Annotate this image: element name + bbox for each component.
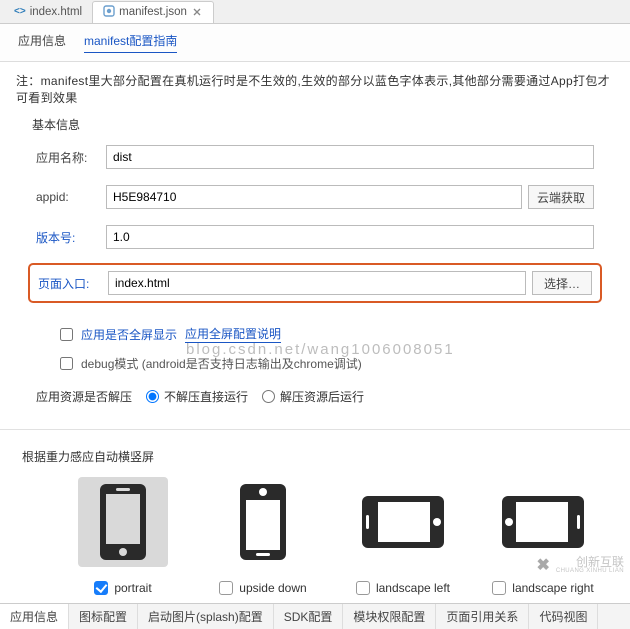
bottom-tab-app-info[interactable]: 应用信息: [0, 604, 69, 629]
label-app-name: 应用名称:: [36, 149, 106, 166]
fullscreen-guide-link[interactable]: 应用全屏配置说明: [185, 325, 281, 343]
file-tab-label: index.html: [30, 6, 82, 18]
orientation-grid: portrait upside down landscape left: [0, 471, 630, 603]
radio-no-extract[interactable]: [146, 390, 159, 403]
row-resource-extract: 应用资源是否解压 不解压直接运行 解压资源后运行: [0, 378, 630, 423]
radio-extract-label: 解压资源后运行: [280, 388, 364, 405]
choose-entry-button[interactable]: 选择…: [532, 271, 592, 295]
bottom-tab-icons[interactable]: 图标配置: [69, 604, 138, 629]
input-appid[interactable]: [106, 185, 522, 209]
orientation-label-row: landscape left: [356, 581, 450, 595]
label-appid: appid:: [36, 190, 106, 204]
basic-info-title: 基本信息: [0, 110, 630, 141]
bottom-tab-bar: 应用信息 图标配置 启动图片(splash)配置 SDK配置 模块权限配置 页面…: [0, 603, 630, 629]
checkbox-landscape-left[interactable]: [356, 581, 370, 595]
orientation-label-row: upside down: [219, 581, 306, 595]
row-entry: 页面入口: 选择…: [28, 263, 602, 303]
manifest-guide-link[interactable]: manifest配置指南: [84, 32, 177, 53]
radio-extract-wrap[interactable]: 解压资源后运行: [262, 388, 364, 405]
checkbox-landscape-right[interactable]: [492, 581, 506, 595]
label-upside-down: upside down: [239, 581, 306, 595]
checkbox-fullscreen[interactable]: [60, 328, 73, 341]
device-landscape-left-icon: [358, 477, 448, 567]
label-landscape-left: landscape left: [376, 581, 450, 595]
device-upside-down-icon: [218, 477, 308, 567]
device-landscape-right-icon: [498, 477, 588, 567]
radio-no-extract-label: 不解压直接运行: [164, 388, 248, 405]
html-file-icon: <>: [14, 6, 26, 17]
label-debug: debug模式 (android是否支持日志输出及chrome调试): [81, 355, 362, 372]
editor-pane: 应用信息 manifest配置指南 注：manifest里大部分配置在真机运行时…: [0, 24, 630, 603]
input-app-name[interactable]: [106, 145, 594, 169]
section-divider: [0, 429, 630, 430]
device-portrait-icon: [78, 477, 168, 567]
bottom-tab-sdk[interactable]: SDK配置: [274, 604, 344, 629]
input-entry[interactable]: [108, 271, 526, 295]
label-fullscreen: 应用是否全屏显示: [81, 326, 177, 343]
bottom-tab-module-perms[interactable]: 模块权限配置: [343, 604, 436, 629]
orientation-option-upside-down[interactable]: upside down: [198, 477, 328, 595]
row-debug: debug模式 (android是否支持日志输出及chrome调试): [0, 349, 630, 378]
row-appid: appid: 云端获取: [28, 183, 602, 211]
orientation-option-landscape-right[interactable]: landscape right: [478, 477, 608, 595]
file-tab-label: manifest.json: [119, 6, 187, 18]
label-version: 版本号:: [36, 229, 106, 246]
config-note: 注：manifest里大部分配置在真机运行时是不生效的,生效的部分以蓝色字体表示…: [0, 62, 630, 110]
orientation-label-row: portrait: [94, 581, 151, 595]
file-tab-index[interactable]: <> index.html: [4, 1, 92, 23]
sub-tab-info[interactable]: 应用信息: [18, 32, 66, 53]
label-entry: 页面入口:: [38, 275, 108, 292]
bottom-tab-code-view[interactable]: 代码视图: [529, 604, 598, 629]
basic-info-form: 应用名称: appid: 云端获取 版本号: 页面入口: 选择…: [0, 141, 630, 319]
manifest-sub-tabs: 应用信息 manifest配置指南: [0, 24, 630, 62]
bottom-tab-splash[interactable]: 启动图片(splash)配置: [138, 604, 274, 629]
bottom-tab-page-refs[interactable]: 页面引用关系: [436, 604, 529, 629]
radio-extract[interactable]: [262, 390, 275, 403]
checkbox-portrait[interactable]: [94, 581, 108, 595]
checkbox-upside-down[interactable]: [219, 581, 233, 595]
orientation-title: 根据重力感应自动横竖屏: [0, 436, 630, 471]
radio-no-extract-wrap[interactable]: 不解压直接运行: [146, 388, 248, 405]
orientation-option-landscape-left[interactable]: landscape left: [338, 477, 468, 595]
cloud-fetch-button[interactable]: 云端获取: [528, 185, 594, 209]
file-tab-manifest[interactable]: manifest.json: [92, 1, 214, 23]
row-app-name: 应用名称:: [28, 143, 602, 171]
row-fullscreen: 应用是否全屏显示 应用全屏配置说明: [0, 319, 630, 349]
close-icon[interactable]: [191, 6, 203, 18]
file-tab-bar: <> index.html manifest.json: [0, 0, 630, 24]
orientation-label-row: landscape right: [492, 581, 593, 595]
json-file-icon: [103, 5, 115, 20]
label-landscape-right: landscape right: [512, 581, 593, 595]
orientation-option-portrait[interactable]: portrait: [58, 477, 188, 595]
label-resource: 应用资源是否解压: [36, 388, 132, 405]
input-version[interactable]: [106, 225, 594, 249]
label-portrait: portrait: [114, 581, 151, 595]
checkbox-debug[interactable]: [60, 357, 73, 370]
row-version: 版本号:: [28, 223, 602, 251]
